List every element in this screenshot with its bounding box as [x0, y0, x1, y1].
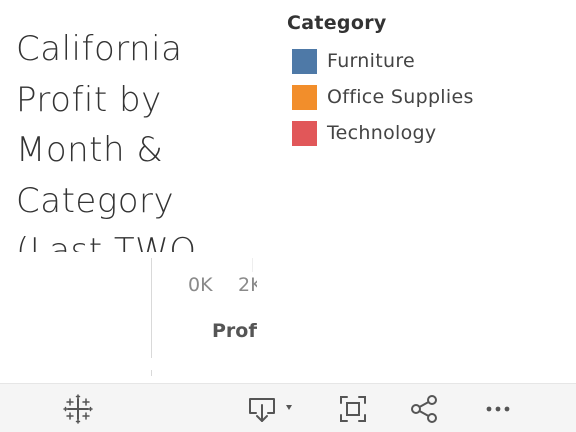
tableau-logo-button[interactable]: [58, 384, 98, 432]
chevron-down-icon: [286, 404, 292, 410]
legend-item-technology[interactable]: Technology: [287, 115, 474, 151]
legend-label-office-supplies: Office Supplies: [327, 86, 474, 108]
share-button[interactable]: [404, 384, 444, 432]
axis-tick-label: 2K: [238, 274, 257, 296]
download-icon: [242, 393, 298, 425]
more-options-button[interactable]: [478, 384, 518, 432]
profit-axis[interactable]: 0K 2K Profit: [152, 258, 257, 378]
legend-label-furniture: Furniture: [327, 50, 416, 72]
fullscreen-button[interactable]: [333, 384, 373, 432]
legend-title: Category: [287, 12, 387, 34]
viz-title-container: California Profit by Month & Category (L…: [16, 24, 266, 252]
legend-swatch-technology: [292, 120, 317, 146]
tableau-viz-container: California Profit by Month & Category (L…: [0, 0, 576, 432]
fullscreen-icon: [337, 393, 369, 425]
tableau-logo-icon: [62, 393, 94, 425]
legend-item-office-supplies[interactable]: Office Supplies: [287, 79, 474, 115]
legend-item-furniture[interactable]: Furniture: [287, 43, 474, 79]
axis-tick-label: 0K: [188, 274, 213, 296]
viz-toolbar: [0, 383, 576, 432]
more-options-icon: [482, 393, 514, 425]
share-icon: [408, 393, 440, 425]
viz-title: California Profit by Month & Category (L…: [16, 29, 197, 252]
download-button[interactable]: [240, 384, 300, 432]
legend-swatch-office-supplies: [292, 84, 317, 110]
axis-gridline: [252, 258, 253, 272]
axis-title: Profit: [212, 320, 257, 342]
category-legend[interactable]: Category Furniture Office Supplies Techn…: [287, 12, 474, 151]
legend-label-technology: Technology: [327, 122, 437, 144]
legend-swatch-furniture: [292, 48, 317, 74]
